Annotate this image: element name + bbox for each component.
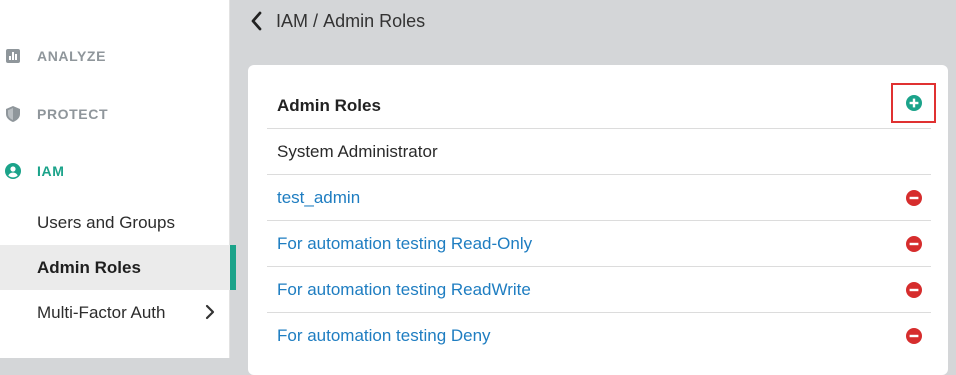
sidebar-item-label: Users and Groups <box>37 212 175 232</box>
breadcrumb-current: Admin Roles <box>323 11 426 31</box>
breadcrumb-parent[interactable]: IAM <box>276 11 308 32</box>
list-item: test_admin <box>267 174 931 220</box>
roles-list: System Administrator test_admin For auto… <box>267 128 931 358</box>
bar-chart-icon <box>5 48 21 64</box>
list-item: For automation testing Deny <box>267 312 931 358</box>
sidebar-item-users-and-groups[interactable]: Users and Groups <box>0 200 236 245</box>
sidebar-item-admin-roles[interactable]: Admin Roles <box>0 245 236 290</box>
remove-circle-icon[interactable] <box>906 189 922 206</box>
chevron-right-icon <box>203 304 217 320</box>
remove-circle-icon[interactable] <box>906 281 922 298</box>
role-name-link[interactable]: For automation testing Deny <box>277 326 491 346</box>
card-title: Admin Roles <box>277 96 381 115</box>
role-name: System Administrator <box>277 141 438 161</box>
back-arrow-icon[interactable] <box>248 10 266 32</box>
sidebar-section-protect[interactable]: PROTECT <box>0 94 230 134</box>
sidebar-section-label: IAM <box>37 163 65 179</box>
list-item: System Administrator <box>267 128 931 174</box>
shield-icon <box>5 106 21 122</box>
sidebar-section-analyze[interactable]: ANALYZE <box>0 36 230 76</box>
admin-roles-card: Admin Roles System Administrator test_ad… <box>248 65 948 375</box>
role-name-link[interactable]: For automation testing Read-Only <box>277 234 532 254</box>
role-name-link[interactable]: test_admin <box>277 188 360 208</box>
sidebar-section-label: ANALYZE <box>37 48 107 64</box>
sidebar-item-label: Admin Roles <box>37 257 141 277</box>
sidebar-item-label: Multi-Factor Auth <box>37 302 166 322</box>
list-item: For automation testing Read-Only <box>267 220 931 266</box>
list-item: For automation testing ReadWrite <box>267 266 931 312</box>
remove-circle-icon[interactable] <box>906 327 922 344</box>
sidebar-section-label: PROTECT <box>37 106 109 122</box>
sidebar-item-multi-factor-auth[interactable]: Multi-Factor Auth <box>0 290 236 335</box>
add-role-button[interactable] <box>891 83 936 123</box>
role-name-link[interactable]: For automation testing ReadWrite <box>277 280 531 300</box>
plus-circle-icon <box>905 95 922 111</box>
sidebar-section-iam[interactable]: IAM <box>0 151 230 191</box>
remove-circle-icon[interactable] <box>906 235 922 252</box>
sidebar: ANALYZE PROTECT IAM Users and Groups Adm… <box>0 0 236 358</box>
breadcrumb: IAM / Admin Roles <box>276 11 425 32</box>
user-circle-icon <box>5 163 21 179</box>
